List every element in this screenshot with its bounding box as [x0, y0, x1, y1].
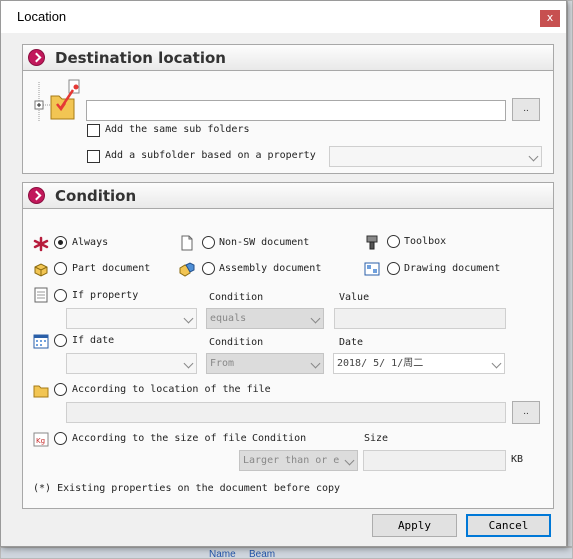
drawing-label: Drawing document [404, 263, 501, 274]
folder-destination-icon[interactable] [33, 78, 89, 124]
size-size-label: Size [364, 433, 389, 444]
always-radio[interactable] [54, 236, 67, 249]
destination-browse-button[interactable]: .. [512, 98, 540, 121]
date-picker[interactable]: 2018/ 5/ 1/周二 [333, 353, 505, 374]
date-condition-select[interactable]: From [206, 353, 324, 374]
condition-header: Condition [23, 183, 553, 209]
drawing-icon [364, 262, 380, 276]
destination-header: Destination location [23, 45, 553, 71]
property-sheet-icon [34, 287, 48, 303]
if-property-radio[interactable] [54, 289, 67, 302]
footnote: (*) Existing properties on the document … [33, 483, 341, 494]
destination-group: Destination location .. Add the same sub… [22, 44, 554, 174]
drawing-radio[interactable] [387, 262, 400, 275]
part-icon [34, 263, 48, 277]
asterisk-icon [33, 236, 49, 252]
add-subfolder-property-label: Add a subfolder based on a property [105, 150, 316, 161]
location-browse-button[interactable]: .. [512, 401, 540, 424]
collapse-icon[interactable] [28, 49, 45, 66]
part-label: Part document [72, 263, 151, 274]
if-date-label: If date [72, 335, 115, 346]
if-property-label: If property [72, 290, 139, 301]
if-property-value-label: Value [339, 292, 370, 303]
toolbox-icon [366, 235, 378, 250]
location-dialog: Location x Destination location .. Add t… [0, 0, 567, 547]
part-radio[interactable] [54, 262, 67, 275]
location-label: According to location of the file [72, 384, 271, 395]
folder-icon [33, 385, 49, 398]
destination-path-input[interactable] [86, 100, 506, 121]
size-unit-label: KB [511, 454, 524, 465]
apply-button[interactable]: Apply [372, 514, 457, 537]
close-button[interactable]: x [540, 10, 560, 27]
cancel-button[interactable]: Cancel [466, 514, 551, 537]
assembly-icon [179, 262, 195, 277]
subfolder-property-select[interactable] [329, 146, 542, 167]
if-property-condition-label: Condition [209, 292, 264, 303]
property-value-input[interactable] [334, 308, 506, 329]
size-condition-select[interactable]: Larger than or e [239, 450, 358, 471]
assembly-label: Assembly document [219, 263, 322, 274]
toolbox-label: Toolbox [404, 236, 447, 247]
add-same-subfolders-label: Add the same sub folders [105, 124, 250, 135]
calendar-icon [33, 334, 49, 349]
background-beam-label: Beam [249, 549, 276, 559]
size-value-input[interactable] [363, 450, 506, 471]
toolbox-radio[interactable] [387, 235, 400, 248]
background-name-label: Name [209, 549, 236, 559]
destination-title: Destination location [55, 49, 226, 67]
property-condition-select[interactable]: equals [206, 308, 324, 329]
non-sw-label: Non-SW document [219, 237, 310, 248]
assembly-radio[interactable] [202, 262, 215, 275]
background-panel-right [567, 0, 573, 547]
background-panel-bottom [0, 547, 573, 559]
window-title: Location [17, 9, 67, 24]
property-name-select[interactable] [66, 308, 197, 329]
svg-text:Kg: Kg [36, 437, 45, 445]
condition-title: Condition [55, 187, 137, 205]
if-date-condition-label: Condition [209, 337, 264, 348]
size-condition-label: Condition [252, 433, 307, 444]
location-radio[interactable] [54, 383, 67, 396]
non-sw-radio[interactable] [202, 236, 215, 249]
size-radio[interactable] [54, 432, 67, 445]
document-icon [181, 235, 193, 251]
add-subfolder-property-checkbox[interactable] [87, 150, 100, 163]
always-label: Always [72, 237, 109, 248]
location-path-input[interactable] [66, 402, 506, 423]
weight-icon: Kg [33, 432, 49, 447]
add-same-subfolders-checkbox[interactable] [87, 124, 100, 137]
condition-group: Condition Always Non-SW document Toolbox… [22, 182, 554, 509]
date-field-select[interactable] [66, 353, 197, 374]
if-date-radio[interactable] [54, 334, 67, 347]
title-bar: Location x [1, 1, 566, 33]
if-date-date-label: Date [339, 337, 364, 348]
size-label: According to the size of file [72, 433, 247, 444]
collapse-icon[interactable] [28, 187, 45, 204]
